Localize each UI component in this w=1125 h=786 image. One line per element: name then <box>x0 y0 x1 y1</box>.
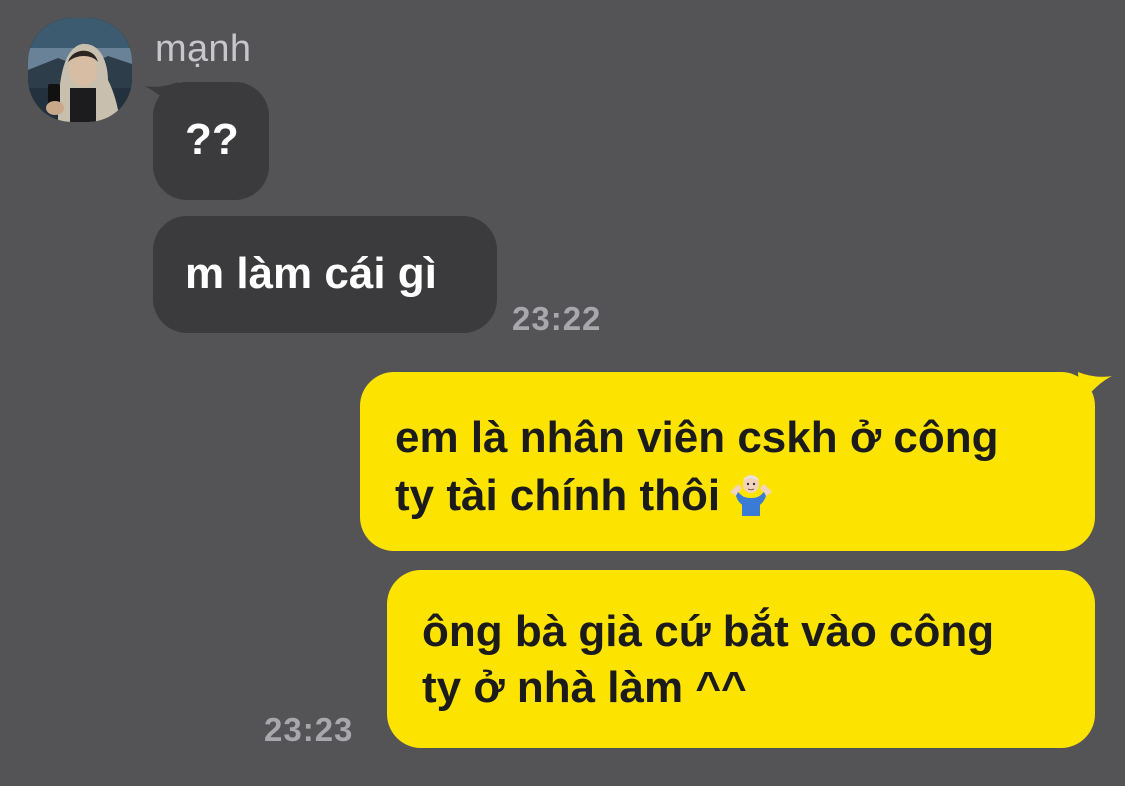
sender-name: mạnh <box>155 28 252 70</box>
contact-avatar[interactable] <box>28 18 132 122</box>
message-line: em là nhân viên cskh ở công <box>395 413 999 462</box>
message-bubble-incoming[interactable]: ?? <box>153 82 269 200</box>
message-line: ty tài chính thôi <box>395 471 721 520</box>
message-text: ?? <box>185 115 239 164</box>
profile-photo-icon <box>28 18 132 122</box>
person-shrugging-icon <box>726 466 776 530</box>
message-bubble-outgoing[interactable]: em là nhân viên cskh ở công ty tài chính… <box>360 372 1095 551</box>
message-timestamp: 23:22 <box>512 300 602 337</box>
message-bubble-outgoing[interactable]: ông bà già cứ bắt vào công ty ở nhà làm … <box>387 570 1095 748</box>
message-line: ông bà già cứ bắt vào công <box>422 607 995 656</box>
message-line: ty ở nhà làm ^^ <box>422 663 747 712</box>
message-timestamp: 23:23 <box>264 711 354 748</box>
message-bubble-incoming[interactable]: m làm cái gì <box>153 216 497 333</box>
message-text: m làm cái gì <box>185 249 437 298</box>
message-line-2: ty tài chính thôi <box>395 466 1095 530</box>
chat-view: mạnh ?? m làm cái gì 23:22 em là nhân vi… <box>0 0 1125 786</box>
